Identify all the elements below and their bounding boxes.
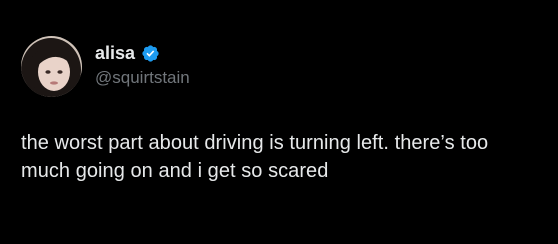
- tweet-text: the worst part about driving is turning …: [21, 132, 489, 182]
- tweet-card: alisa @squirtstain the worst part about …: [0, 0, 558, 244]
- handle[interactable]: @squirtstain: [95, 68, 190, 88]
- display-name[interactable]: alisa: [95, 43, 135, 64]
- verified-badge-icon: [141, 44, 160, 63]
- name-row: alisa: [95, 41, 190, 65]
- avatar[interactable]: [21, 36, 82, 97]
- tweet-header: alisa @squirtstain: [21, 36, 538, 97]
- avatar-image: [21, 36, 82, 97]
- author-info: alisa @squirtstain: [95, 41, 190, 88]
